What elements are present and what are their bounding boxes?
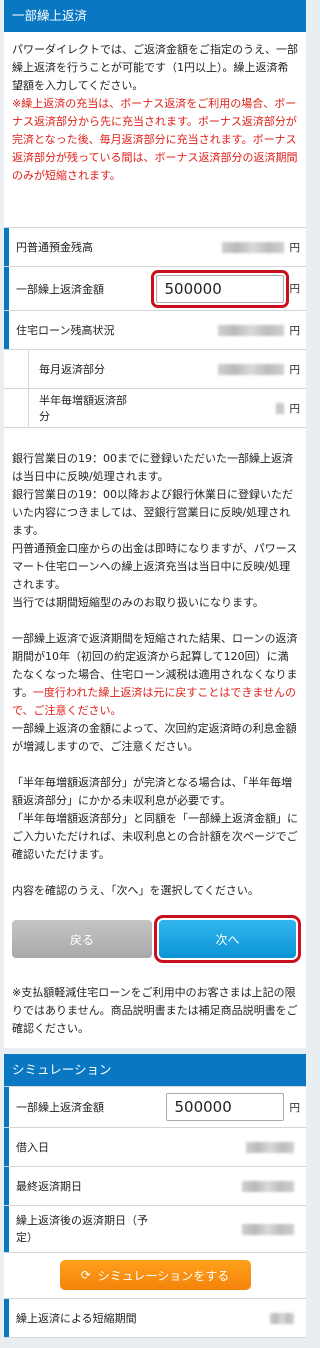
amount-input[interactable]: 500000 [150,269,289,308]
after-date-row: 繰上返済後の返済期日（予定） [4,1206,306,1253]
masked-value [242,1180,294,1192]
note-paragraph: 「半年毎増額返済部分」と同額を「一部繰上返済金額」にご入力いただければ、未収利息… [12,812,298,861]
note-paragraph: 銀行営業日の19：00までに登録いただいた一部繰上返済は当日中に反映/処理されま… [12,452,293,483]
repayment-panel: 一部繰上返済 パワーダイレクトでは、ご返済金額をご指定のうえ、一部繰上返済を行う… [4,0,306,1048]
note-paragraph: 「半年毎増額返済部分」が完済となる場合は、「半年毎増額返済部分」にかかる未収利息… [12,776,293,807]
row-label: 借入日 [4,1128,156,1166]
next-button[interactable]: 次へ [154,915,301,963]
row-label: 半年毎増額返済部分 [28,389,133,427]
intro-note: ※繰上返済の充当は、ボーナス返済をご利用の場合、ボーナス返済部分から先に充当され… [12,97,298,182]
refresh-icon: ⟳ [80,1268,91,1282]
shortened-row: 繰上返済による短縮期間 [4,1299,306,1338]
monthly-row: 毎月返済部分 円 [4,350,306,389]
row-label: 一部繰上返済金額 [4,1087,156,1127]
simulation-panel: シミュレーション 一部繰上返済金額 500000 円 借入日 最終返済期日 繰上… [4,1054,306,1338]
note-paragraph: 内容を確認のうえ、「次へ」を選択してください。 [12,884,259,897]
masked-value [217,363,284,375]
intro-text: パワーダイレクトでは、ご返済金額をご指定のうえ、一部繰上返済を行うことが可能です… [4,32,306,227]
unit: 円 [289,402,301,415]
loan-balance-row: 住宅ローン残高状況 円 [4,311,306,350]
masked-value [221,241,284,253]
note-paragraph: 円普通預金口座からの出金は即時になりますが、パワースマート住宅ローンへの繰上返済… [12,542,298,591]
after-note: ※支払額軽減住宅ローンをご利用中のお客さまは上記の限りではありません。商品説明書… [12,986,298,1035]
savings-balance-row: 円普通預金残高 円 [4,228,306,267]
masked-value [270,1312,294,1324]
simulate-button[interactable]: ⟳ シミュレーションをする [59,1260,251,1290]
action-buttons: 戻る 次へ [4,900,306,963]
row-label: 一部繰上返済金額 [4,267,133,310]
unit: 円 [289,324,301,337]
balance-table: 円普通預金残高 円 一部繰上返済金額 500000 円 住宅ローン残高状況 円 … [4,227,306,428]
masked-value [246,1141,294,1153]
row-label: 繰上返済後の返済期日（予定） [4,1206,156,1252]
notes: 銀行営業日の19：00までに登録いただいた一部繰上返済は当日中に反映/処理されま… [4,428,306,900]
unit: 円 [289,363,301,376]
note-paragraph: 銀行営業日の19：00以降および銀行休業日に登録いただいた内容につきましては、翌… [12,488,293,537]
bonus-row: 半年毎増額返済部分 円 [4,389,306,428]
note-paragraph: 一部繰上返済の金額によって、次回約定返済時の利息金額が増減しますので、ご注意くだ… [12,722,297,753]
sim-amount-row: 一部繰上返済金額 500000 円 [4,1087,306,1128]
row-label: 円普通預金残高 [4,228,133,266]
masked-value [275,402,284,414]
simulate-button-label: シミュレーションをする [97,1268,230,1283]
sim-amount-input[interactable]: 500000 [165,1093,284,1121]
masked-value [217,324,284,336]
section-title: シミュレーション [4,1054,306,1086]
note-paragraph: 当行では期間短縮型のみのお取り扱いになります。 [12,596,264,609]
row-label: 最終返済期日 [4,1167,156,1205]
unit: 円 [289,1101,301,1114]
note-warning: 一度行われた繰上返済は元に戻すことはできませんので、ご注意ください。 [12,686,297,717]
unit: 円 [289,241,301,254]
masked-value [242,1223,294,1235]
note-paragraph: 一部繰上返済で返済期間を短縮された結果、ローンの返済期間が10年（初回の約定返済… [12,630,299,720]
row-label: 住宅ローン残高状況 [4,311,133,349]
section-title: 一部繰上返済 [4,0,306,32]
last-date-row: 最終返済期日 [4,1167,306,1206]
amount-row: 一部繰上返済金額 500000 円 [4,267,306,311]
simulation-table: 一部繰上返済金額 500000 円 借入日 最終返済期日 繰上返済後の返済期日（… [4,1086,306,1338]
back-button[interactable]: 戻る [12,920,152,958]
row-label: 毎月返済部分 [28,350,133,388]
borrow-date-row: 借入日 [4,1128,306,1167]
intro-paragraph: パワーダイレクトでは、ご返済金額をご指定のうえ、一部繰上返済を行うことが可能です… [12,43,298,92]
row-label: 繰上返済による短縮期間 [4,1299,156,1337]
unit: 円 [289,283,301,295]
